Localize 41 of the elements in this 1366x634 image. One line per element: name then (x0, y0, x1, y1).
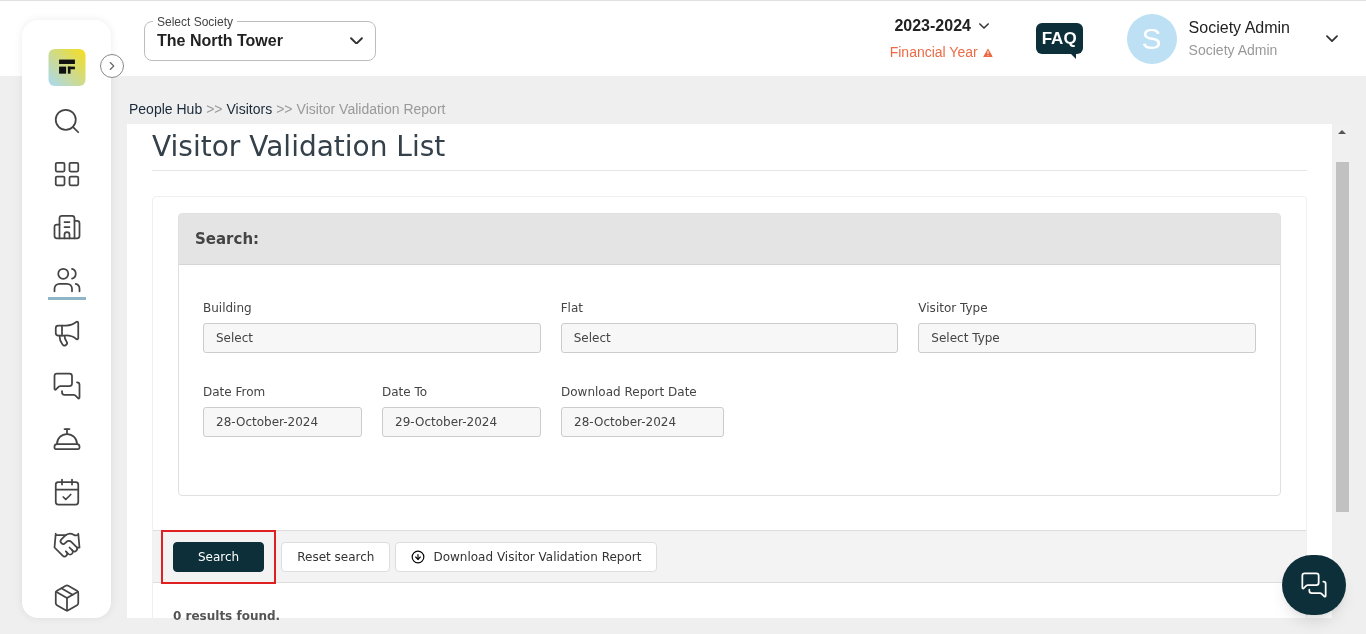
page-title: Visitor Validation List (152, 129, 446, 165)
results-count: 0 results found. (173, 609, 281, 623)
financial-year-value: 2023-2024 (894, 16, 971, 36)
input-field[interactable]: 29-October-2024 (382, 407, 541, 437)
breadcrumb-item[interactable]: Visitors (226, 99, 273, 120)
breadcrumb-item: Visitor Validation Report (296, 100, 446, 119)
input-field[interactable]: Select (203, 323, 541, 353)
field-label: Flat (560, 300, 584, 317)
building-icon (51, 212, 82, 242)
breadcrumb-item[interactable]: People Hub (129, 99, 203, 120)
search-panel-title: Search: (195, 228, 260, 250)
search-button[interactable]: Search (173, 541, 265, 572)
user-menu[interactable]: S Society Admin Society Admin (1126, 13, 1338, 64)
handshake-icon (51, 530, 82, 560)
input-field[interactable]: Select (560, 323, 899, 353)
chevron-down-icon (350, 36, 363, 45)
financial-year-selector[interactable]: 2023-2024 Financial Year (889, 14, 994, 63)
chevron-down-icon (978, 23, 989, 29)
input-field[interactable]: 28-October-2024 (561, 407, 724, 437)
chevron-down-icon (1326, 34, 1338, 43)
field-label: Date From (203, 384, 267, 401)
user-name: Society Admin (1188, 18, 1290, 38)
input-field[interactable]: Select Type (918, 323, 1256, 353)
breadcrumb-separator: >> (276, 100, 293, 119)
sidebar-item[interactable] (47, 265, 86, 300)
field-label: Date To (382, 384, 429, 401)
chat-icon (1300, 571, 1328, 599)
reset-search-button[interactable]: Reset search (281, 541, 391, 572)
society-name: The North Tower (157, 30, 283, 51)
user-role: Society Admin (1188, 41, 1279, 60)
financial-year-label: Financial Year (889, 43, 978, 62)
people-icon (51, 265, 82, 295)
field-label: Download Report Date (561, 384, 698, 401)
field-label: Visitor Type (918, 300, 989, 317)
input-field[interactable]: 28-October-2024 (203, 407, 362, 437)
download-icon (411, 549, 426, 564)
breadcrumb-separator: >> (206, 100, 223, 119)
chat-bubbles-icon (51, 371, 82, 401)
field-label: Building (203, 300, 253, 317)
download-report-button[interactable]: Download Visitor Validation Report (395, 541, 658, 572)
avatar: S (1126, 13, 1177, 64)
